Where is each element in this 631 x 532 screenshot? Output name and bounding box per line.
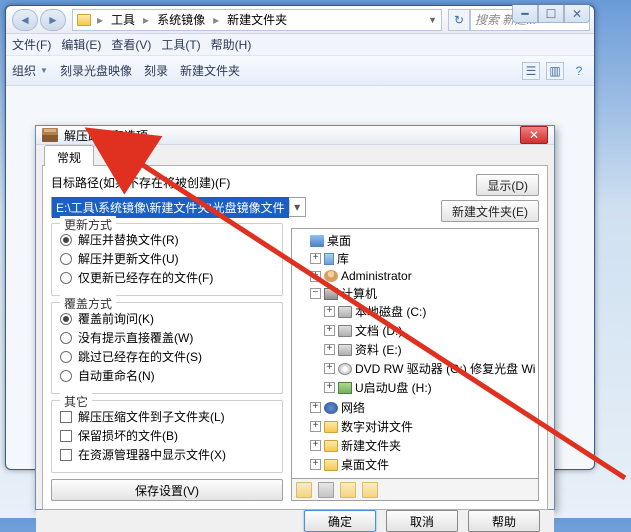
- tab-general[interactable]: 常规: [44, 145, 94, 166]
- folder-icon[interactable]: [340, 482, 356, 498]
- command-bar: 组织▼ 刻录光盘映像 刻录 新建文件夹 ☰ ▥ ?: [6, 56, 594, 86]
- computer-icon: [324, 288, 338, 300]
- preview-pane-button[interactable]: ▥: [546, 62, 564, 80]
- menu-view[interactable]: 查看(V): [111, 36, 151, 53]
- usb-icon: [338, 382, 352, 394]
- refresh-button[interactable]: ↻: [448, 9, 470, 31]
- folder-icon: [77, 14, 91, 26]
- dialog-button-row: 确定 取消 帮助: [36, 510, 554, 532]
- folder-icon[interactable]: [362, 482, 378, 498]
- maximize-button[interactable]: ☐: [538, 5, 564, 23]
- library-icon: [324, 253, 334, 265]
- tree-toolbar: [291, 479, 539, 501]
- tab-panel-general: 目标路径(如果不存在将被创建)(F) E:\工具\系统镜像\新建文件夹\光盘镜像…: [42, 165, 548, 510]
- new-folder-button-dlg[interactable]: 新建文件夹(E): [441, 200, 539, 222]
- group-overwrite-mode: 覆盖方式 覆盖前询问(K) 没有提示直接覆盖(W) 跳过已经存在的文件(S) 自…: [51, 302, 283, 394]
- collapse-toggle[interactable]: −: [310, 288, 321, 299]
- folder-icon[interactable]: [296, 482, 312, 498]
- menu-bar: 文件(F) 编辑(E) 查看(V) 工具(T) 帮助(H): [6, 34, 594, 56]
- extract-dialog: 解压路径和选项 ✕ 常规 高级 目标路径(如果不存在将被创建)(F) E:\工具…: [35, 125, 555, 510]
- destination-path-combo[interactable]: E:\工具\系统镜像\新建文件夹\光盘镜像文件 ▾: [51, 197, 306, 217]
- nav-forward-button[interactable]: ►: [40, 9, 66, 31]
- group-misc: 其它 解压压缩文件到子文件夹(L) 保留损坏的文件(B) 在资源管理器中显示文件…: [51, 400, 283, 473]
- drive-icon: [338, 325, 352, 337]
- dialog-titlebar[interactable]: 解压路径和选项 ✕: [36, 126, 554, 145]
- menu-tools[interactable]: 工具(T): [161, 36, 200, 53]
- tab-strip: 常规 高级: [36, 145, 554, 166]
- save-settings-button[interactable]: 保存设置(V): [51, 479, 283, 501]
- breadcrumb-item[interactable]: 工具: [109, 11, 137, 28]
- burn-image-button[interactable]: 刻录光盘映像: [60, 62, 132, 79]
- menu-edit[interactable]: 编辑(E): [61, 36, 101, 53]
- network-icon: [324, 402, 338, 414]
- destination-path-value: E:\工具\系统镜像\新建文件夹\光盘镜像文件: [52, 197, 289, 218]
- radio-skip-existing[interactable]: 跳过已经存在的文件(S): [60, 347, 274, 366]
- breadcrumb-item[interactable]: 新建文件夹: [225, 11, 289, 28]
- folder-icon: [324, 440, 338, 452]
- ok-button[interactable]: 确定: [304, 510, 376, 532]
- help-icon[interactable]: ?: [570, 62, 588, 80]
- folder-icon: [324, 421, 338, 433]
- desktop-icon: [310, 235, 324, 247]
- cancel-button[interactable]: 取消: [386, 510, 458, 532]
- display-button[interactable]: 显示(D): [476, 174, 539, 196]
- tab-advanced[interactable]: 高级: [93, 145, 143, 166]
- menu-help[interactable]: 帮助(H): [211, 36, 252, 53]
- radio-extract-update[interactable]: 解压并更新文件(U): [60, 249, 274, 268]
- view-switch-button[interactable]: ☰: [522, 62, 540, 80]
- dvd-icon: [338, 363, 352, 375]
- explorer-titlebar: ◄ ► ▸ 工具 ▸ 系统镜像 ▸ 新建文件夹 ▼ ↻ 搜索 新建... ━ ☐…: [6, 6, 594, 34]
- drive-icon: [338, 306, 352, 318]
- chk-show-in-explorer[interactable]: 在资源管理器中显示文件(X): [60, 445, 274, 464]
- folder-icon: [324, 459, 338, 471]
- chk-subfolder[interactable]: 解压压缩文件到子文件夹(L): [60, 407, 274, 426]
- drive-icon: [338, 344, 352, 356]
- expand-toggle[interactable]: +: [310, 271, 321, 282]
- radio-overwrite-no-prompt[interactable]: 没有提示直接覆盖(W): [60, 328, 274, 347]
- winrar-icon: [42, 128, 58, 142]
- organize-button[interactable]: 组织▼: [12, 62, 48, 79]
- breadcrumb-item[interactable]: 系统镜像: [155, 11, 207, 28]
- close-button[interactable]: ✕: [564, 5, 590, 23]
- dialog-close-button[interactable]: ✕: [520, 126, 548, 144]
- help-button[interactable]: 帮助: [468, 510, 540, 532]
- burn-button[interactable]: 刻录: [144, 62, 168, 79]
- nav-back-button[interactable]: ◄: [12, 9, 38, 31]
- drive-icon[interactable]: [318, 482, 334, 498]
- folder-tree[interactable]: 桌面 +库 +Administrator −计算机 +本地磁盘 (C:) +文档…: [291, 228, 539, 479]
- address-bar[interactable]: ▸ 工具 ▸ 系统镜像 ▸ 新建文件夹 ▼: [72, 9, 442, 31]
- user-icon: [324, 270, 338, 282]
- dialog-title: 解压路径和选项: [64, 127, 148, 144]
- radio-auto-rename[interactable]: 自动重命名(N): [60, 366, 274, 385]
- expand-toggle[interactable]: +: [310, 253, 321, 264]
- chk-keep-broken[interactable]: 保留损坏的文件(B): [60, 426, 274, 445]
- menu-file[interactable]: 文件(F): [12, 36, 51, 53]
- new-folder-button[interactable]: 新建文件夹: [180, 62, 240, 79]
- minimize-button[interactable]: ━: [512, 5, 538, 23]
- path-label: 目标路径(如果不存在将被创建)(F): [51, 174, 283, 191]
- radio-freshen-existing[interactable]: 仅更新已经存在的文件(F): [60, 268, 274, 287]
- group-update-mode: 更新方式 解压并替换文件(R) 解压并更新文件(U) 仅更新已经存在的文件(F): [51, 223, 283, 296]
